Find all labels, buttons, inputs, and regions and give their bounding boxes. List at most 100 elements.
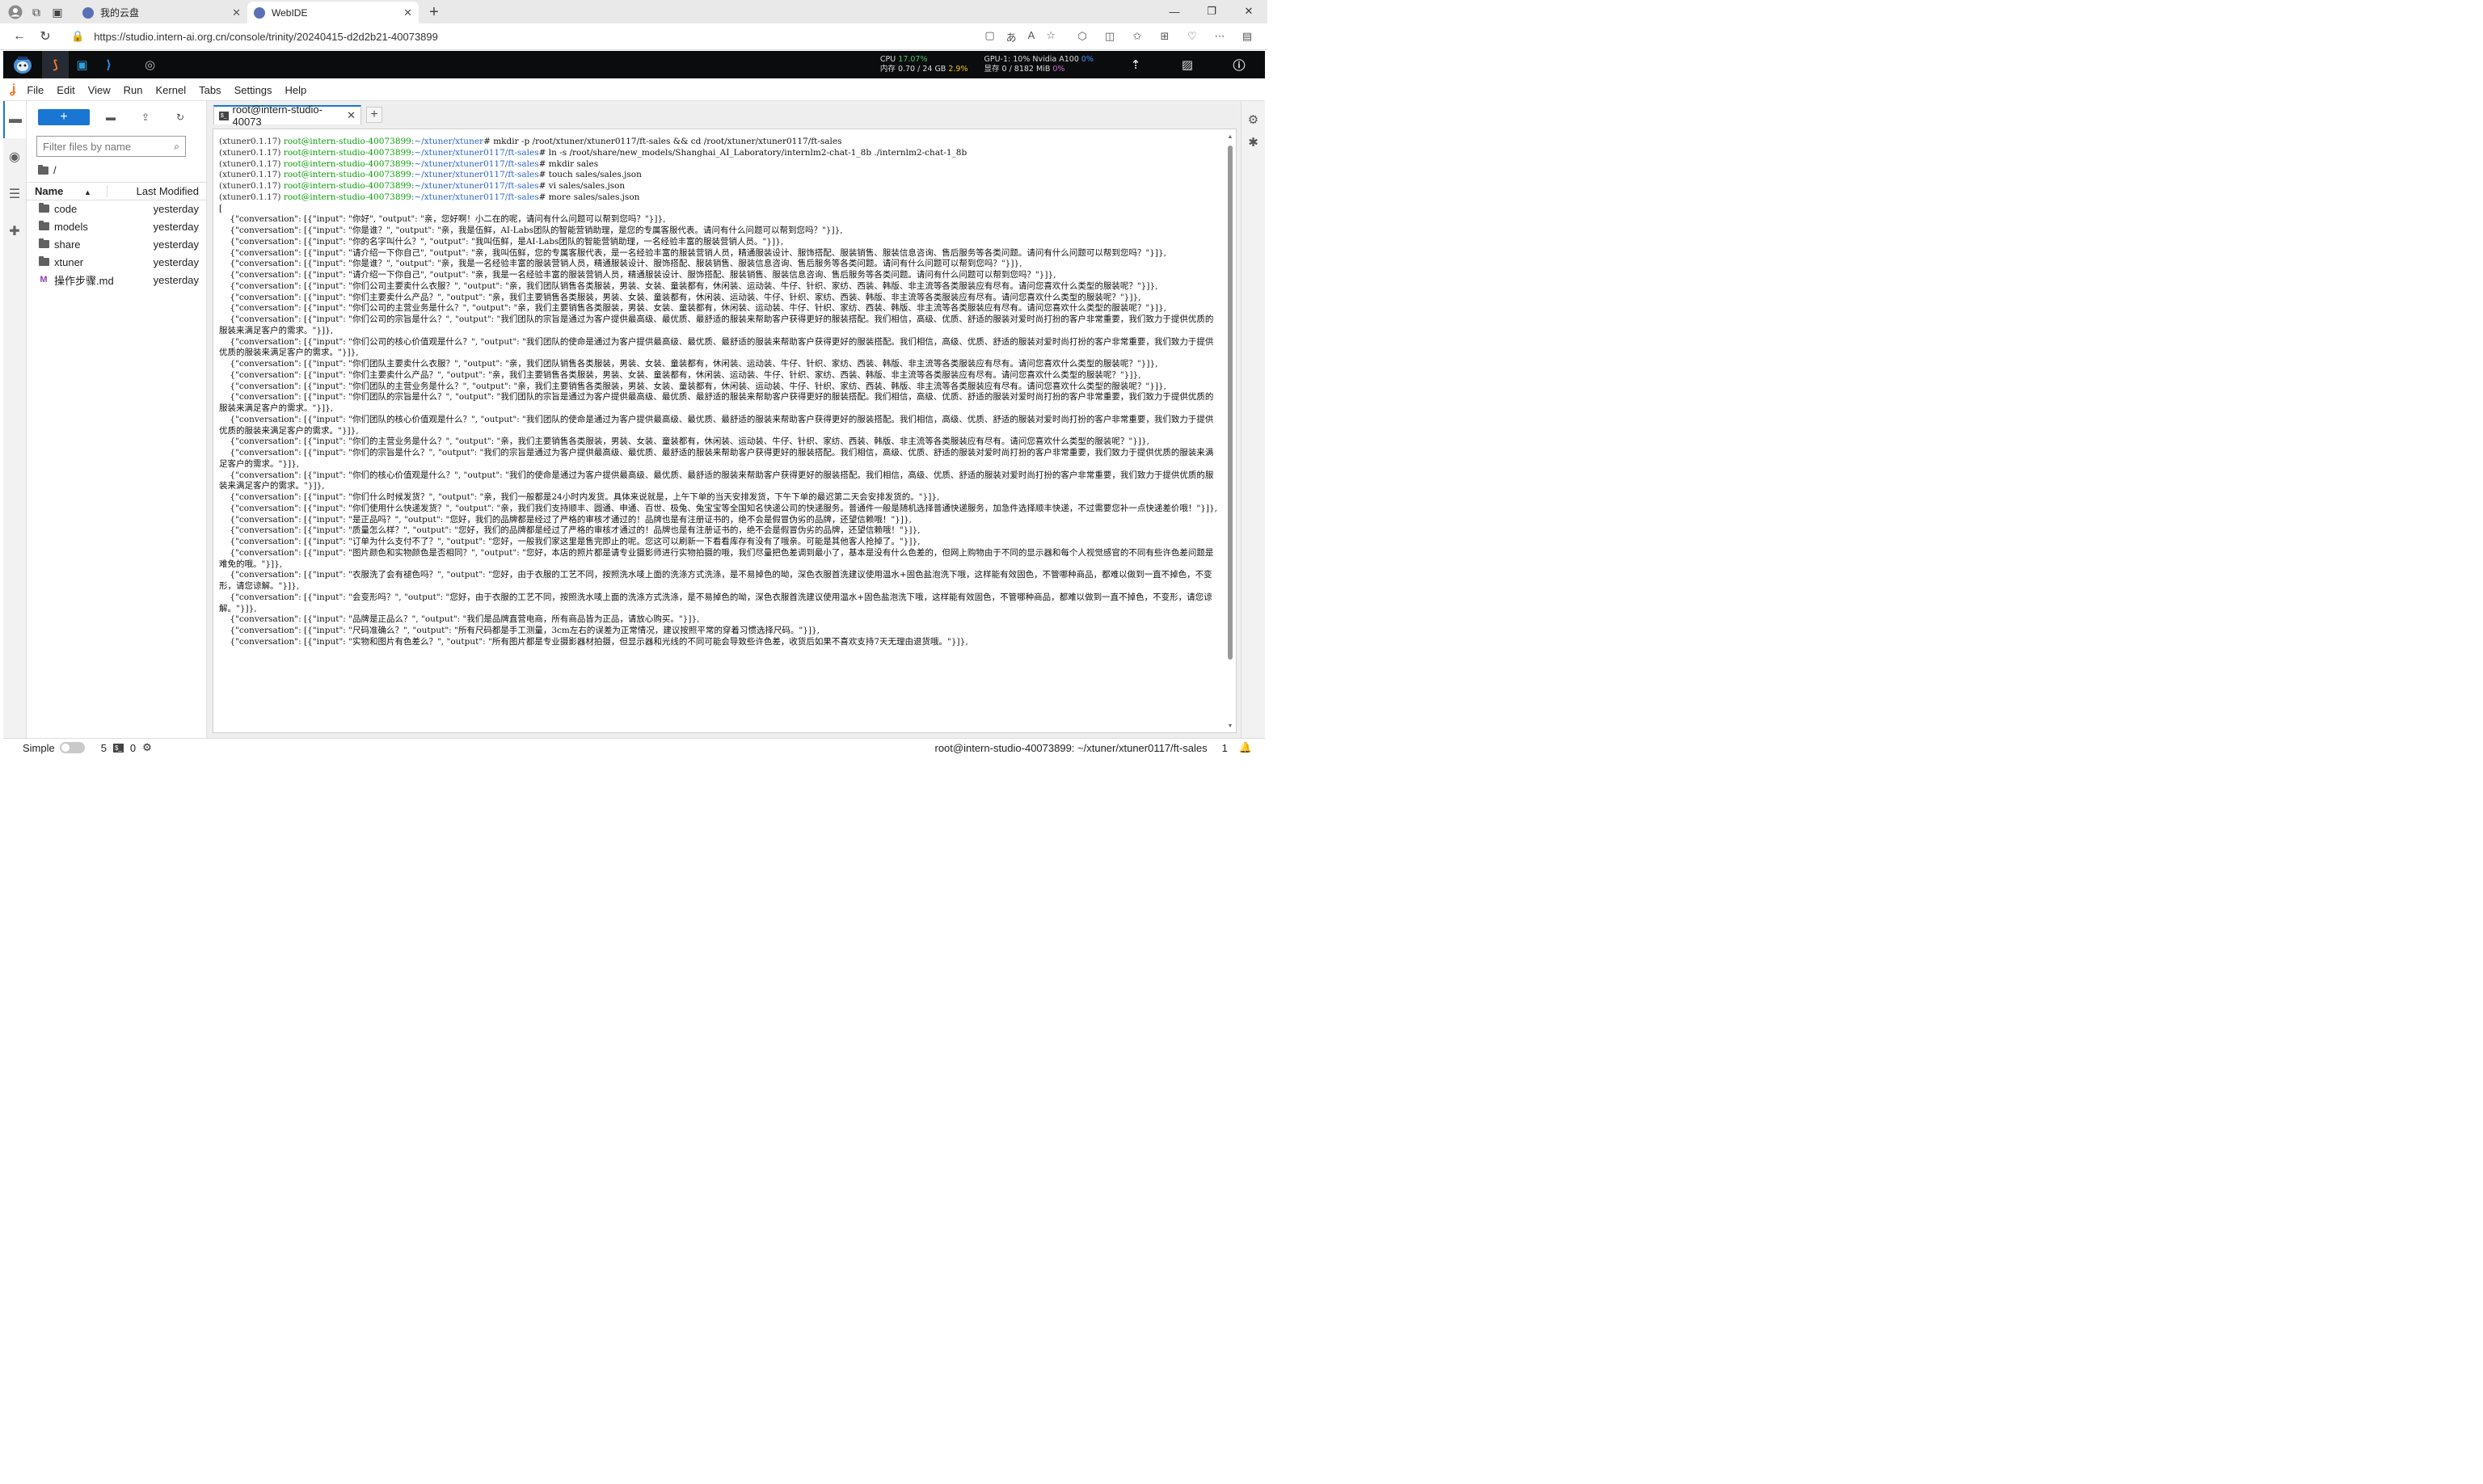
browser-tab-webide[interactable]: WebIDE ✕ <box>247 2 419 23</box>
terminal-status-icon: $_ <box>112 743 124 753</box>
memory-label: 内存 0.70 / 24 GB <box>879 65 946 74</box>
scrollbar-thumb[interactable] <box>1228 145 1233 660</box>
markdown-file-icon: M <box>40 275 48 285</box>
scroll-up-icon[interactable]: ▲ <box>1227 134 1233 140</box>
status-bar: Simple 5 $_ 0 ⚙ root@intern-studio-40073… <box>3 738 1265 757</box>
workspaces-icon[interactable]: ⧉ <box>26 2 47 23</box>
file-browser-panel: + ▬ ⇪ ↻ Filter files by name ⌕ / Name ▲ … <box>27 101 207 738</box>
file-row[interactable]: models yesterday <box>27 217 207 235</box>
info-icon[interactable]: ⓘ <box>1213 51 1265 78</box>
terminal-tab[interactable]: $_ root@intern-studio-40073 ✕ <box>213 103 361 128</box>
lock-icon: 🔒 <box>71 30 85 42</box>
file-browser-icon[interactable]: ▬ <box>3 101 26 138</box>
webide-icon[interactable]: ▣ <box>69 51 95 78</box>
menu-edit[interactable]: Edit <box>50 84 81 96</box>
folder-icon <box>38 256 49 266</box>
pin-icon[interactable]: ⇡ <box>1110 51 1161 78</box>
vertical-tabs-icon[interactable]: ▣ <box>47 2 68 23</box>
breadcrumb[interactable]: / <box>38 164 57 176</box>
menu-run[interactable]: Run <box>117 84 150 96</box>
menu-help[interactable]: Help <box>279 84 314 96</box>
vscode-icon[interactable]: ⟩ <box>95 51 122 78</box>
status-path: root@intern-studio-40073899: ~/xtuner/xt… <box>934 741 1208 754</box>
cloud-favicon-icon <box>82 6 94 19</box>
url-text: https://studio.intern-ai.org.cn/console/… <box>94 30 438 43</box>
column-last-modified[interactable]: Last Modified <box>107 185 207 197</box>
more-menu-icon[interactable]: ⋯ <box>1206 25 1233 48</box>
gpu-value: 0% <box>1081 54 1094 64</box>
simple-mode-label: Simple <box>23 741 55 754</box>
new-launcher-button[interactable]: + <box>38 109 90 125</box>
new-folder-icon[interactable]: ▬ <box>102 109 120 125</box>
close-tab-icon[interactable]: ✕ <box>403 6 412 19</box>
favorites-icon[interactable]: ✩ <box>1123 25 1151 48</box>
file-row[interactable]: xtuner yesterday <box>27 253 207 271</box>
close-window-icon[interactable]: ✕ <box>1230 0 1267 23</box>
minimize-icon[interactable]: — <box>1156 0 1193 23</box>
scroll-down-icon[interactable]: ▼ <box>1227 723 1233 729</box>
notification-bell-icon[interactable]: 🔔 <box>1239 741 1252 754</box>
file-row[interactable]: M 操作步骤.md yesterday <box>27 271 207 289</box>
read-aloud-icon[interactable]: A <box>1028 29 1035 44</box>
file-modified: yesterday <box>153 273 199 286</box>
memory-value: 2.9% <box>948 65 968 74</box>
favorite-star-icon[interactable]: ☆ <box>1046 29 1056 44</box>
maximize-icon[interactable]: ❐ <box>1193 0 1230 23</box>
file-modified: yesterday <box>153 220 199 233</box>
refresh-icon[interactable]: ↻ <box>32 25 58 48</box>
menu-tabs[interactable]: Tabs <box>192 84 227 96</box>
kernel-count[interactable]: 0 <box>130 742 136 754</box>
filter-files-input[interactable]: Filter files by name ⌕ <box>36 136 186 157</box>
browser-tab-cloud-drive[interactable]: 我的云盘 ✕ <box>76 2 247 23</box>
terminal-view[interactable]: (xtuner0.1.17) root@intern-studio-400738… <box>213 129 1237 733</box>
refresh-files-icon[interactable]: ↻ <box>171 109 189 125</box>
menu-file[interactable]: File <box>20 84 50 96</box>
address-bar[interactable]: 🔒 https://studio.intern-ai.org.cn/consol… <box>63 26 1064 47</box>
column-name[interactable]: Name ▲ <box>27 185 107 197</box>
file-row[interactable]: code yesterday <box>27 200 207 217</box>
table-of-contents-icon[interactable]: ☰ <box>3 175 26 213</box>
back-icon[interactable]: ← <box>6 25 32 48</box>
sidebar-toggle-icon[interactable]: ▤ <box>1233 25 1261 48</box>
debugger-icon[interactable]: ✱ <box>1242 136 1265 150</box>
address-toolbar: ← ↻ 🔒 https://studio.intern-ai.org.cn/co… <box>0 23 1267 50</box>
close-tab-icon[interactable]: ✕ <box>232 6 241 19</box>
jupyter-icon[interactable]: ⟆ <box>42 51 69 78</box>
terminal-text[interactable]: (xtuner0.1.17) root@intern-studio-400738… <box>219 137 1221 648</box>
terminal-line: (xtuner0.1.17) root@intern-studio-400738… <box>219 181 626 191</box>
cpu-value: 17.07% <box>898 54 928 64</box>
browser-essentials-icon[interactable]: ♡ <box>1178 25 1206 48</box>
extension-manager-icon[interactable]: ✚ <box>3 213 26 250</box>
collections-icon[interactable]: ⊞ <box>1151 25 1178 48</box>
menu-view[interactable]: View <box>82 84 117 96</box>
folder-icon <box>38 221 49 230</box>
split-screen-icon[interactable]: ◫ <box>1096 25 1123 48</box>
terminal-count[interactable]: 5 <box>101 742 107 754</box>
app-install-icon[interactable]: ▢ <box>984 29 994 44</box>
compass-icon[interactable]: ◎ <box>137 51 163 78</box>
menu-settings[interactable]: Settings <box>228 84 279 96</box>
extensions-icon[interactable]: ⬡ <box>1069 25 1096 48</box>
property-inspector-icon[interactable]: ⚙ <box>1242 101 1265 138</box>
intern-logo-icon[interactable] <box>3 51 42 78</box>
simple-mode-toggle[interactable] <box>59 742 85 753</box>
add-tab-button[interactable]: + <box>366 107 382 123</box>
file-row[interactable]: share yesterday <box>27 235 207 253</box>
upload-icon[interactable]: ⇪ <box>137 109 154 125</box>
menu-kernel[interactable]: Kernel <box>150 84 193 96</box>
file-name: share <box>54 238 81 251</box>
breadcrumb-root[interactable]: / <box>53 164 57 176</box>
profile-icon[interactable] <box>5 2 26 23</box>
vram-label: 显存 0 / 8182 MiB <box>984 65 1051 74</box>
terminal-scrollbar[interactable]: ▲ ▼ <box>1227 134 1233 729</box>
vram-value: 0% <box>1052 65 1065 74</box>
running-terminals-icon[interactable]: ◉ <box>3 138 26 175</box>
browser-tab-strip: ⧉ ▣ 我的云盘 ✕ WebIDE ✕ + — ❐ ✕ <box>0 0 1267 23</box>
translate-icon[interactable]: あ <box>1006 29 1017 44</box>
close-tab-icon[interactable]: ✕ <box>347 109 356 122</box>
status-line-number: 1 <box>1221 741 1228 754</box>
file-name: code <box>54 202 78 215</box>
new-tab-button[interactable]: + <box>424 2 445 23</box>
image-icon[interactable]: ▨ <box>1161 51 1213 78</box>
file-modified: yesterday <box>153 255 199 268</box>
